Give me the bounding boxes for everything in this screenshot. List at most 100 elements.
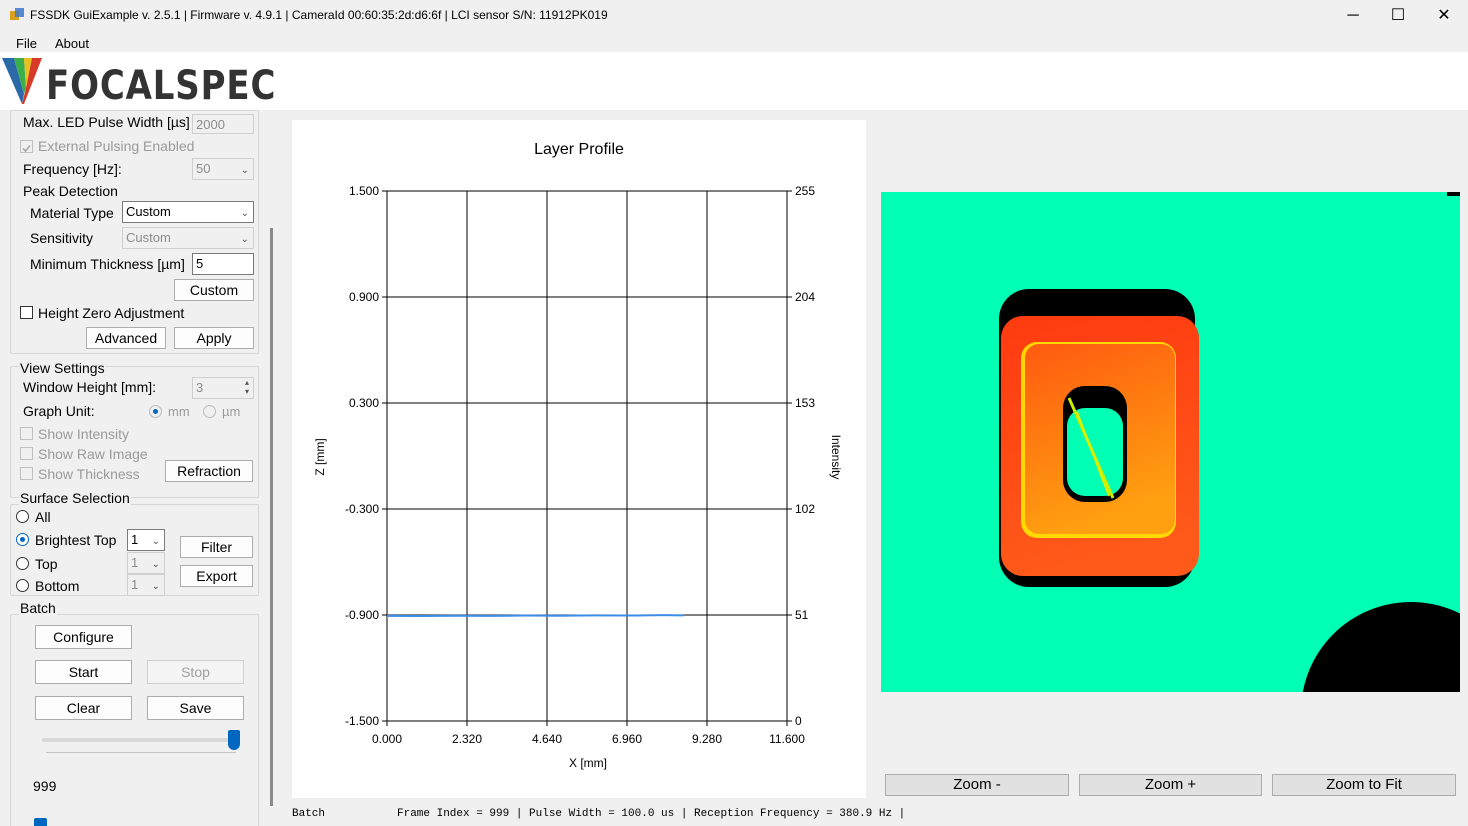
advanced-button[interactable]: Advanced (86, 327, 166, 349)
height-zero-checkbox[interactable] (20, 306, 33, 319)
show-intensity-checkbox[interactable] (20, 427, 33, 440)
external-pulsing-checkbox[interactable] (20, 140, 33, 153)
y-tick-label: -0.900 (345, 608, 379, 622)
show-thickness-label: Show Thickness (38, 466, 140, 482)
surface-bottom-label: Bottom (35, 578, 80, 594)
surface-brightest-top-label: Brightest Top (35, 532, 117, 548)
settings-panel: Max. LED Pulse Width [µs] 2000 External … (0, 110, 276, 826)
start-button[interactable]: Start (35, 660, 132, 684)
frame-slider-track[interactable] (42, 738, 238, 742)
y2-axis-label: Intensity (829, 434, 843, 480)
configure-button[interactable]: Configure (35, 625, 132, 649)
show-raw-image-checkbox[interactable] (20, 447, 33, 460)
material-type-select[interactable]: Custom ⌄ (122, 201, 254, 223)
unit-mm-radio[interactable] (149, 405, 162, 418)
window-height-spinner[interactable]: 3 ▴ ▾ (192, 377, 254, 399)
minimize-button[interactable]: ─ (1330, 0, 1376, 32)
layer-profile-chart: 0.000 2.320 4.640 6.960 9.280 11.600 1.500 255 0… (292, 120, 866, 798)
zoom-to-fit-button[interactable]: Zoom to Fit (1272, 774, 1456, 796)
y-tick-label: 0.300 (349, 396, 379, 410)
show-raw-image-label: Show Raw Image (38, 446, 148, 462)
max-led-input[interactable]: 2000 (192, 114, 254, 134)
surface-all-radio[interactable] (16, 510, 29, 523)
surface-brightest-top-radio[interactable] (16, 533, 29, 546)
x-tick-label: 2.320 (452, 732, 482, 746)
left-panel-scrollbar[interactable] (270, 228, 273, 806)
export-button[interactable]: Export (180, 565, 253, 587)
stop-button[interactable]: Stop (147, 660, 244, 684)
surface-top-radio[interactable] (16, 557, 29, 570)
chevron-down-icon: ⌄ (151, 536, 160, 547)
status-info: Frame Index = 999 | Pulse Width = 100.0 … (397, 808, 906, 820)
top-value: 1 (131, 555, 139, 570)
menu-file[interactable]: File (16, 36, 37, 51)
view-settings-title: View Settings (19, 360, 106, 376)
y2-tick-label: 0 (795, 714, 802, 728)
window-height-value: 3 (196, 380, 204, 395)
y-tick-label: 0.900 (349, 290, 379, 304)
frame-slider-ticks (46, 752, 236, 753)
height-map-image[interactable] (881, 192, 1460, 692)
y2-tick-label: 204 (795, 290, 815, 304)
chevron-down-icon: ⌄ (240, 208, 249, 219)
surface-bottom-radio[interactable] (16, 579, 29, 592)
batch-title: Batch (19, 600, 57, 616)
peak-detection-label: Peak Detection (23, 183, 118, 199)
chevron-down-icon: ⌄ (151, 559, 160, 570)
logo-banner: FOCALSPEC (0, 52, 1468, 110)
zoom-in-button[interactable]: Zoom + (1079, 774, 1262, 796)
sensitivity-value: Custom (126, 230, 171, 245)
zoom-out-button[interactable]: Zoom - (885, 774, 1069, 796)
custom-button[interactable]: Custom (174, 279, 254, 301)
material-type-label: Material Type (30, 205, 114, 221)
y-tick-label: -1.500 (345, 714, 379, 728)
frame-slider-thumb[interactable] (228, 730, 240, 750)
app-icon (10, 8, 24, 22)
profile-series-line (386, 614, 684, 618)
surface-selection-title: Surface Selection (19, 490, 131, 506)
maximize-button[interactable]: ☐ (1375, 0, 1421, 32)
frequency-select[interactable]: 50 ⌄ (192, 158, 254, 180)
status-bar: Batch Frame Index = 999 | Pulse Width = … (292, 806, 905, 826)
show-intensity-label: Show Intensity (38, 426, 130, 442)
bottom-select[interactable]: 1 ⌄ (127, 574, 165, 596)
frame-value: 999 (33, 778, 57, 794)
y-axis-label: Z [mm] (313, 438, 327, 476)
show-thickness-checkbox[interactable] (20, 467, 33, 480)
min-thickness-input[interactable]: 5 (192, 253, 254, 275)
brightest-top-value: 1 (131, 532, 139, 547)
filter-button[interactable]: Filter (180, 536, 253, 558)
menu-about[interactable]: About (55, 36, 89, 51)
chart-svg: 0.000 2.320 4.640 6.960 9.280 11.600 1.500 255 0… (345, 184, 815, 746)
show-batch-checkbox[interactable] (34, 818, 47, 826)
y2-tick-label: 51 (795, 608, 809, 622)
top-select[interactable]: 1 ⌄ (127, 552, 165, 574)
refraction-button[interactable]: Refraction (165, 460, 253, 482)
unit-um-radio[interactable] (203, 405, 216, 418)
surface-all-label: All (35, 509, 51, 525)
unit-um-label: µm (222, 404, 241, 419)
save-button[interactable]: Save (147, 696, 244, 720)
clear-button[interactable]: Clear (35, 696, 132, 720)
sensitivity-label: Sensitivity (30, 230, 94, 246)
x-tick-label: 9.280 (692, 732, 722, 746)
apply-button[interactable]: Apply (174, 327, 254, 349)
sensitivity-select[interactable]: Custom ⌄ (122, 227, 254, 249)
y-tick-label: -0.300 (345, 502, 379, 516)
close-button[interactable]: ✕ (1421, 0, 1467, 32)
bottom-value: 1 (131, 577, 139, 592)
material-type-value: Custom (126, 204, 171, 219)
logo-text: FOCALSPEC (46, 63, 277, 109)
y-tick-label: 1.500 (349, 184, 379, 198)
x-axis-label: X [mm] (569, 756, 607, 770)
min-thickness-label: Minimum Thickness [µm] (30, 256, 185, 272)
y2-tick-label: 255 (795, 184, 815, 198)
height-map-render (999, 192, 1460, 692)
frequency-value: 50 (196, 161, 211, 176)
x-tick-label: 0.000 (372, 732, 402, 746)
chart-title: Layer Profile (534, 141, 624, 158)
height-zero-label: Height Zero Adjustment (38, 305, 185, 321)
chevron-down-icon: ⌄ (240, 234, 249, 245)
brightest-top-select[interactable]: 1 ⌄ (127, 529, 165, 551)
x-tick-label: 4.640 (532, 732, 562, 746)
